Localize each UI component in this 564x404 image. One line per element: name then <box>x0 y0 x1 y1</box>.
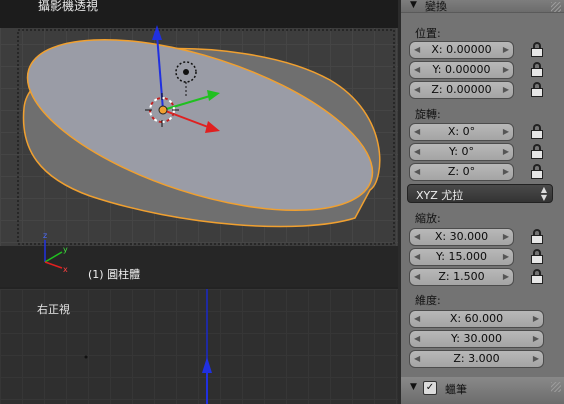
increment-icon[interactable]: ▶ <box>503 127 509 136</box>
lock-scale-y-icon[interactable] <box>527 248 547 266</box>
dimensions-x-field[interactable]: ◀ X: 60.000 ▶ <box>409 310 544 328</box>
dimensions-label: 維度: <box>415 294 441 307</box>
location-label: 位置: <box>415 27 441 40</box>
axis-orientation-widget: z y x <box>43 231 68 274</box>
increment-icon[interactable]: ▶ <box>503 85 509 94</box>
lock-scale-z-icon[interactable] <box>527 268 547 286</box>
grease-pencil-checkbox[interactable]: ✓ <box>423 381 437 395</box>
drag-grip-icon[interactable] <box>551 2 561 12</box>
properties-panel[interactable]: ▼ 變換 位置: ◀ X: 0.00000 ▶ ◀ Y: 0.00000 ▶ ◀… <box>398 0 564 404</box>
lock-location-z-icon[interactable] <box>527 81 547 99</box>
increment-icon[interactable]: ▶ <box>533 334 539 343</box>
increment-icon[interactable]: ▶ <box>503 147 509 156</box>
lock-scale-x-icon[interactable] <box>527 228 547 246</box>
active-object-label: (1) 圓柱體 <box>88 268 141 281</box>
increment-icon[interactable]: ▶ <box>503 45 509 54</box>
increment-icon[interactable]: ▶ <box>533 314 539 323</box>
location-z-field[interactable]: ◀ Z: 0.00000 ▶ <box>409 81 514 99</box>
scale-y-field[interactable]: ◀ Y: 15.000 ▶ <box>409 248 514 266</box>
rotation-z-field[interactable]: ◀ Z: 0° ▶ <box>409 163 514 181</box>
transform-header-label: 變換 <box>425 0 447 13</box>
scale-label: 縮放: <box>415 212 441 225</box>
viewport-scene[interactable]: z y x <box>0 0 398 287</box>
location-x-field[interactable]: ◀ X: 0.00000 ▶ <box>409 41 514 59</box>
scale-z-field[interactable]: ◀ Z: 1.500 ▶ <box>409 268 514 286</box>
location-y-field[interactable]: ◀ Y: 0.00000 ▶ <box>409 61 514 79</box>
dimensions-y-field[interactable]: ◀ Y: 30.000 ▶ <box>409 330 544 348</box>
lock-rotation-y-icon[interactable] <box>527 143 547 161</box>
rotation-mode-dropdown[interactable]: XYZ 尤拉 ▲ ▼ <box>407 184 553 203</box>
camera-perspective-viewport[interactable]: 攝影機透視 z y x (1) 圓柱體 <box>0 0 398 287</box>
viewport-scene[interactable] <box>0 289 398 404</box>
z-axis-arrow-icon <box>202 357 212 373</box>
svg-text:x: x <box>63 265 68 274</box>
increment-icon[interactable]: ▶ <box>533 354 539 363</box>
drag-grip-icon[interactable] <box>551 382 561 392</box>
increment-icon[interactable]: ▶ <box>503 252 509 261</box>
increment-icon[interactable]: ▶ <box>503 167 509 176</box>
lock-location-x-icon[interactable] <box>527 41 547 59</box>
increment-icon[interactable]: ▶ <box>503 272 509 281</box>
lamp-dot-icon <box>84 355 88 359</box>
object-origin-icon <box>158 105 168 115</box>
updown-arrows-icon: ▲ ▼ <box>540 185 547 202</box>
dimensions-z-field[interactable]: ◀ Z: 3.000 ▶ <box>409 350 544 368</box>
z-axis-arrow-icon <box>152 25 162 40</box>
lock-rotation-x-icon[interactable] <box>527 123 547 141</box>
scale-x-field[interactable]: ◀ X: 30.000 ▶ <box>409 228 514 246</box>
grease-pencil-header-label: 蠟筆 <box>445 383 467 396</box>
lock-location-y-icon[interactable] <box>527 61 547 79</box>
transform-panel-header[interactable]: ▼ 變換 <box>401 0 564 13</box>
increment-icon[interactable]: ▶ <box>503 65 509 74</box>
rotation-y-field[interactable]: ◀ Y: 0° ▶ <box>409 143 514 161</box>
increment-icon[interactable]: ▶ <box>503 232 509 241</box>
rotation-x-field[interactable]: ◀ X: 0° ▶ <box>409 123 514 141</box>
right-ortho-viewport[interactable]: 右正視 <box>0 287 398 404</box>
rotation-label: 旋轉: <box>415 108 441 121</box>
svg-text:y: y <box>63 245 68 254</box>
svg-text:z: z <box>43 231 47 240</box>
lock-rotation-z-icon[interactable] <box>527 163 547 181</box>
grease-pencil-panel-header[interactable]: ▼ ✓ 蠟筆 <box>401 377 564 404</box>
collapse-arrow-icon[interactable]: ▼ <box>410 382 417 392</box>
collapse-arrow-icon[interactable]: ▼ <box>410 0 417 10</box>
